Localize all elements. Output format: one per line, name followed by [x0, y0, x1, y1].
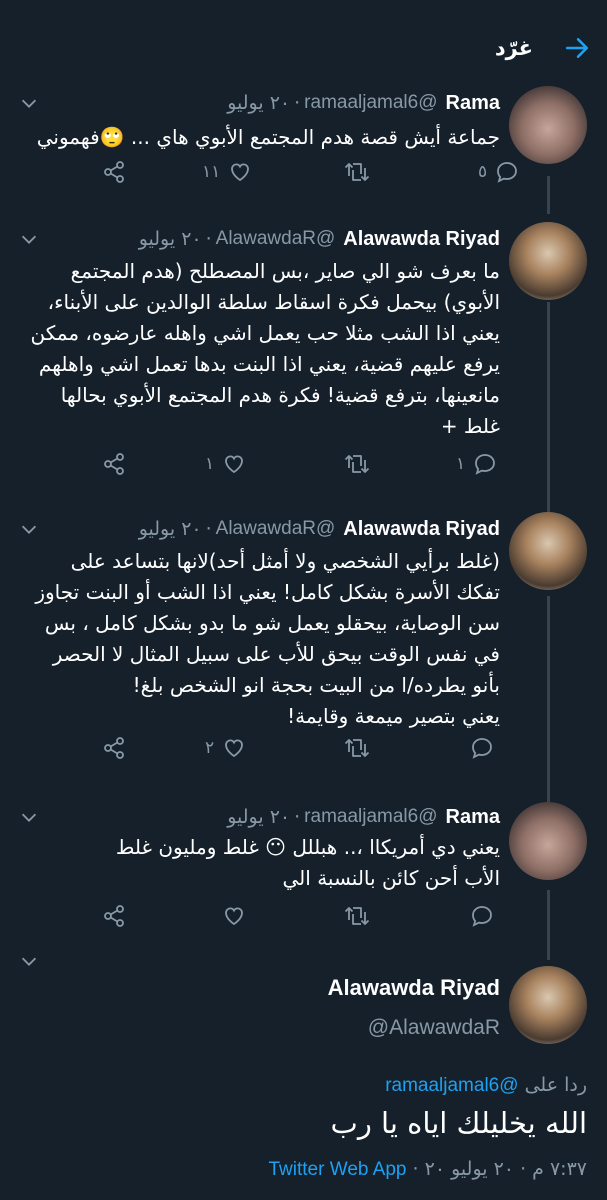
- chevron-down-icon[interactable]: [18, 518, 40, 540]
- reply-count: ١: [456, 454, 466, 474]
- main-tweet-text: الله يخليلك اياه يا رب: [330, 1106, 587, 1140]
- like-count: ٢: [205, 738, 215, 758]
- retweet-icon: [344, 163, 370, 181]
- tweet-time[interactable]: ٧:٣٧ م: [532, 1158, 587, 1180]
- share-button[interactable]: [102, 160, 126, 184]
- share-button[interactable]: [102, 904, 126, 928]
- tweet-actions: ٢: [0, 736, 607, 768]
- reply-mention-link[interactable]: @ramaaljamal6: [385, 1075, 518, 1096]
- reply-icon: [475, 454, 496, 475]
- author-name[interactable]: Rama: [446, 806, 500, 829]
- like-button[interactable]: ١: [205, 452, 246, 476]
- main-author-name[interactable]: Alawawda Riyad: [328, 975, 500, 1001]
- tweet-text: (غلط برأيي الشخصي ولا أمثل أحد)لانها بتس…: [35, 549, 500, 728]
- tweet-header: Rama @ramaaljamal6 · ٢٠ يوليو: [227, 91, 500, 115]
- heart-icon: [225, 455, 244, 474]
- share-button[interactable]: [102, 736, 126, 760]
- retweet-button[interactable]: [344, 452, 370, 476]
- thread-tweet[interactable]: Alawawda Riyad @AlawawdaR · ٢٠ يوليو ما …: [0, 222, 607, 462]
- tweet-actions: ٥ ١١: [0, 160, 607, 192]
- avatar[interactable]: [509, 802, 587, 880]
- tweet-date[interactable]: ٢٠ يوليو: [139, 518, 202, 540]
- tweet-timestamp-row: ٧:٣٧ م · ٢٠ يوليو ٢٠ · Twitter Web App: [268, 1158, 588, 1180]
- heart-icon: [225, 907, 243, 926]
- author-handle[interactable]: @AlawawdaR: [216, 518, 336, 540]
- reply-button[interactable]: ٥: [478, 160, 519, 184]
- author-handle[interactable]: @ramaaljamal6: [304, 92, 437, 114]
- tweet-date[interactable]: ٢٠ يوليو: [139, 228, 202, 250]
- chevron-down-icon[interactable]: [18, 806, 40, 828]
- like-count: ١: [205, 454, 215, 474]
- retweet-icon: [344, 739, 370, 757]
- reply-button[interactable]: ١: [456, 452, 497, 476]
- tweet-date[interactable]: ٢٠ يوليو: [227, 806, 290, 828]
- heart-icon: [225, 739, 244, 758]
- author-name[interactable]: Alawawda Riyad: [343, 228, 500, 251]
- thread-tweet[interactable]: Alawawda Riyad @AlawawdaR · ٢٠ يوليو (غل…: [0, 512, 607, 742]
- tweet-header: Alawawda Riyad @AlawawdaR · ٢٠ يوليو: [138, 227, 500, 251]
- tweet-actions: [0, 904, 607, 936]
- reply-icon: [472, 906, 492, 927]
- retweet-button[interactable]: [344, 736, 370, 760]
- share-icon: [104, 453, 124, 475]
- share-icon: [104, 161, 124, 183]
- retweet-icon: [344, 455, 370, 473]
- avatar[interactable]: [509, 86, 587, 164]
- replying-to: ردا على @ramaaljamal6: [385, 1074, 587, 1097]
- tweet-header: Rama @ramaaljamal6 · ٢٠ يوليو: [227, 805, 500, 829]
- chevron-down-icon[interactable]: [18, 950, 40, 972]
- main-author-handle[interactable]: @AlawawdaR: [368, 1016, 500, 1040]
- tweet-date[interactable]: ٢٠ يوليو: [227, 92, 290, 114]
- reply-icon: [472, 738, 492, 759]
- tweet-text: جماعة أيش قصة هدم المجتمع الأبوي هاي ...…: [36, 125, 500, 149]
- author-handle[interactable]: @ramaaljamal6: [304, 806, 437, 828]
- avatar[interactable]: [509, 222, 587, 300]
- author-name[interactable]: Rama: [446, 92, 500, 115]
- reply-button[interactable]: [470, 736, 494, 760]
- like-button[interactable]: ٢: [205, 736, 246, 760]
- retweet-icon: [344, 907, 370, 925]
- avatar[interactable]: [509, 966, 587, 1044]
- reply-count: ٥: [478, 162, 488, 182]
- like-count: ١١: [202, 162, 221, 182]
- top-bar: غرّد: [0, 0, 607, 92]
- reply-prefix: ردا على: [524, 1074, 587, 1096]
- tweet-text: يعني دي أمريكاا ،.. هبللل 😶 غلط ومليون غ…: [115, 835, 500, 890]
- author-name[interactable]: Alawawda Riyad: [343, 518, 500, 541]
- chevron-down-icon[interactable]: [18, 228, 40, 250]
- thread-tweet[interactable]: Rama @ramaaljamal6 · ٢٠ يوليو يعني دي أم…: [0, 802, 607, 902]
- reply-button[interactable]: [470, 904, 494, 928]
- share-icon: [104, 737, 124, 759]
- tweet-header: Alawawda Riyad @AlawawdaR · ٢٠ يوليو: [138, 517, 500, 541]
- page-title: غرّد: [494, 36, 533, 60]
- like-button[interactable]: ١١: [202, 160, 252, 184]
- tweet-text: ما بعرف شو الي صاير ،بس المصطلح (هدم الم…: [30, 259, 500, 438]
- tweet-actions: ١ ١: [0, 452, 607, 484]
- arrow-right-icon: [565, 38, 589, 58]
- avatar[interactable]: [509, 512, 587, 590]
- heart-icon: [231, 163, 250, 182]
- chevron-down-icon[interactable]: [18, 92, 40, 114]
- tweet-full-date[interactable]: ٢٠ يوليو ٢٠: [425, 1158, 514, 1180]
- author-handle[interactable]: @AlawawdaR: [216, 228, 336, 250]
- back-button[interactable]: [557, 28, 597, 68]
- share-button[interactable]: [102, 452, 126, 476]
- like-button[interactable]: [222, 904, 246, 928]
- retweet-button[interactable]: [344, 160, 370, 184]
- reply-icon: [497, 162, 518, 183]
- retweet-button[interactable]: [344, 904, 370, 928]
- share-icon: [104, 905, 124, 927]
- source-app-link[interactable]: Twitter Web App: [269, 1159, 407, 1180]
